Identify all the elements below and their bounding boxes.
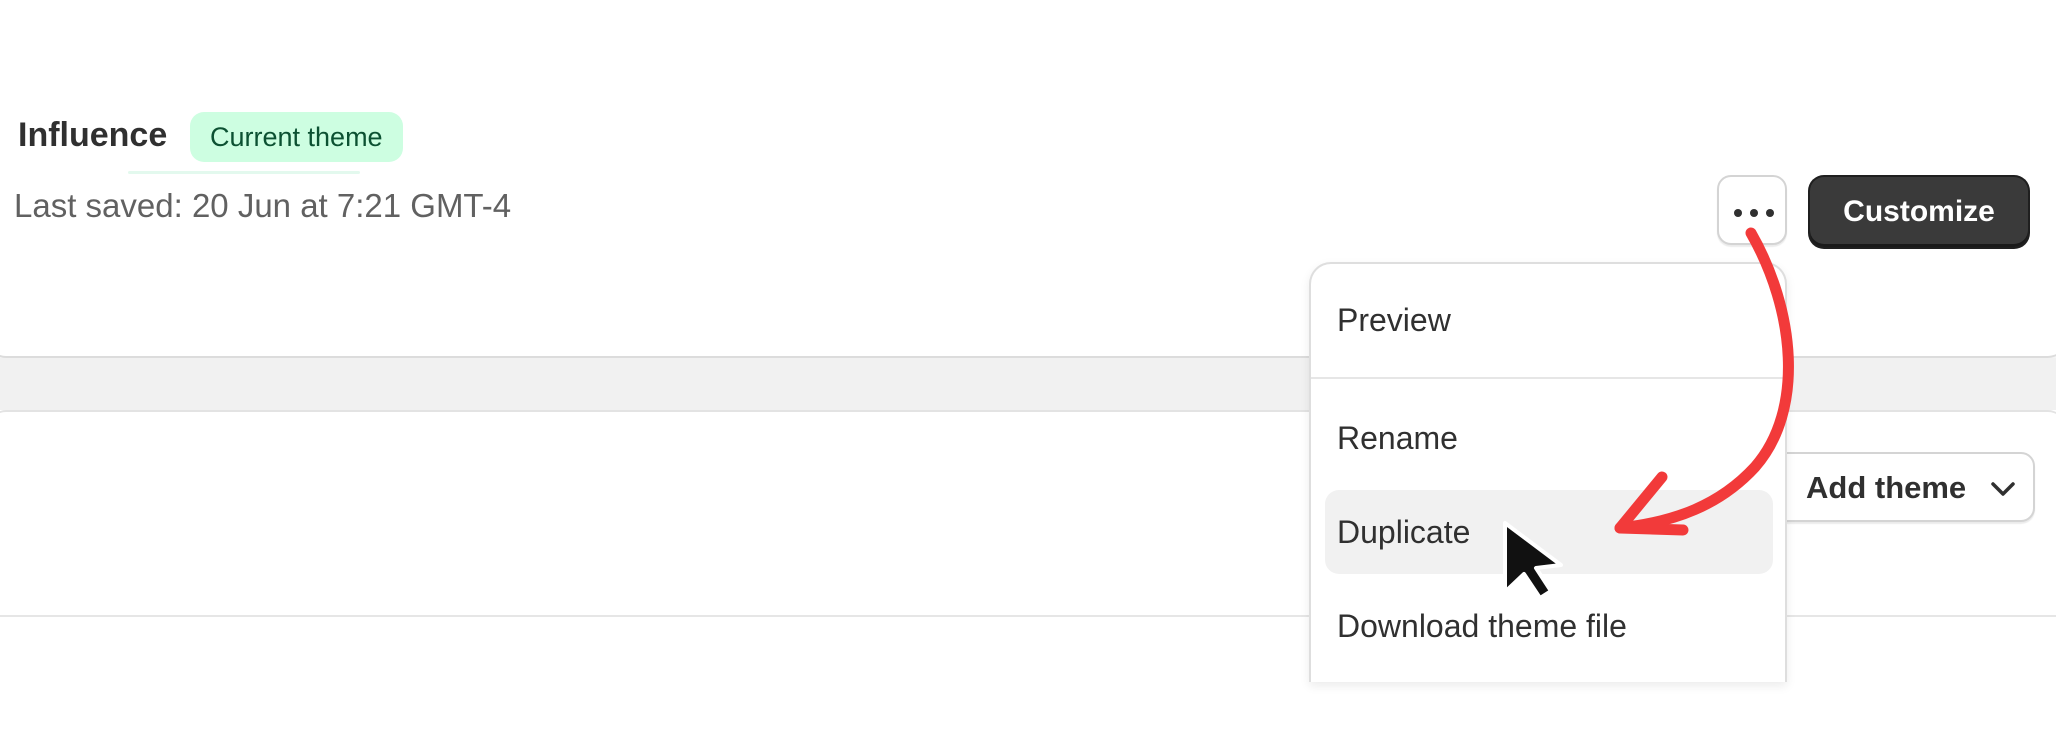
last-saved-text: Last saved: 20 Jun at 7:21 GMT-4	[14, 187, 512, 224]
theme-library-page: Influence Current theme Last saved: 20 J…	[0, 0, 2056, 752]
add-theme-label: Add theme	[1806, 470, 1967, 505]
menu-item-download-theme-file[interactable]: Download theme file	[1325, 584, 1773, 668]
more-actions-button[interactable]	[1717, 175, 1787, 245]
menu-item-duplicate[interactable]: Duplicate	[1325, 490, 1773, 574]
current-theme-badge: Current theme	[190, 112, 403, 162]
menu-item-rename[interactable]: Rename	[1325, 396, 1773, 480]
actions-dropdown-menu: Preview Rename Duplicate Download theme …	[1309, 262, 1787, 682]
ellipsis-icon	[1734, 209, 1774, 217]
add-theme-button[interactable]: Add theme	[1770, 452, 2035, 522]
menu-divider	[1311, 377, 1785, 379]
customize-button[interactable]: Customize	[1810, 177, 2028, 247]
badge-accent-line	[128, 171, 360, 174]
theme-name: Influence	[18, 116, 168, 154]
menu-item-preview[interactable]: Preview	[1325, 278, 1773, 362]
chevron-down-icon	[1991, 482, 2015, 496]
